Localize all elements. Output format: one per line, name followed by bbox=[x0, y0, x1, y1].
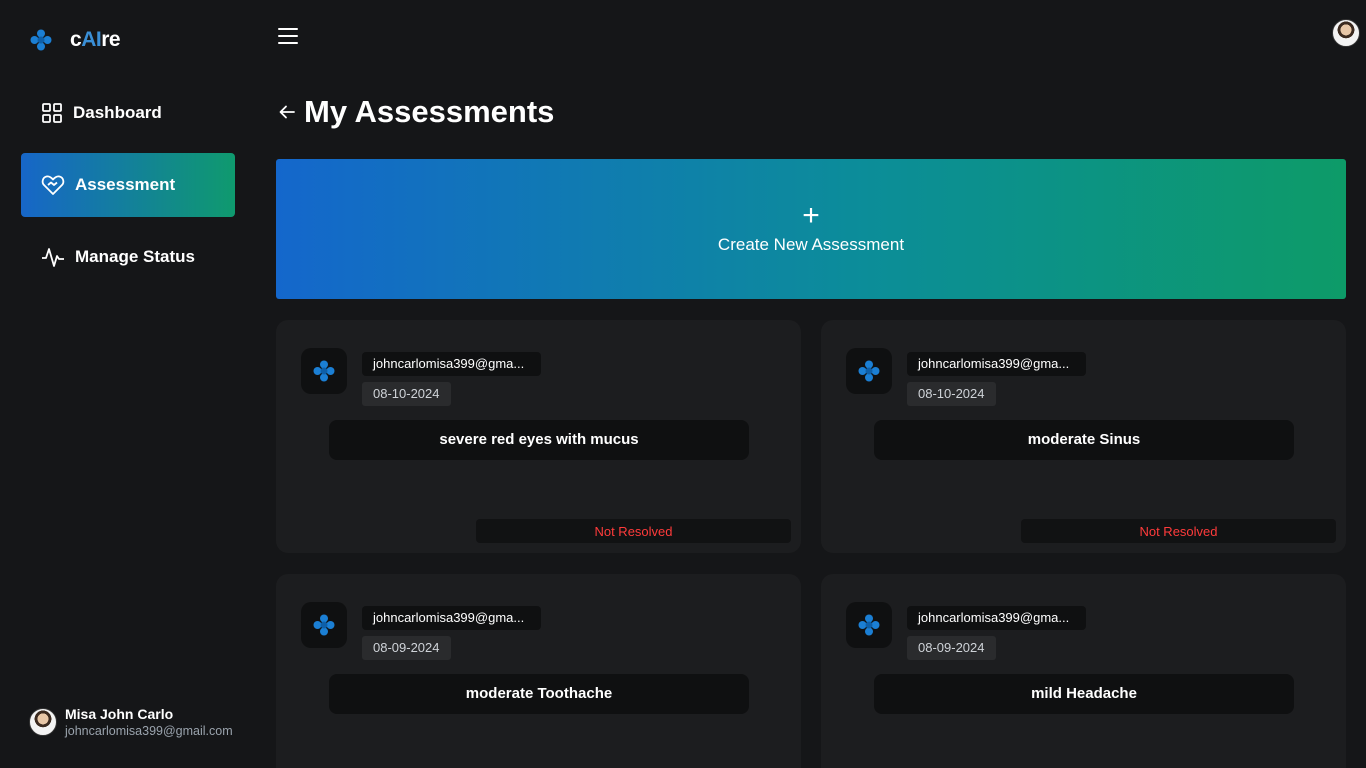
sidebar: cAIre Dashboard Assessment Manage Status… bbox=[0, 0, 256, 768]
user-name: Misa John Carlo bbox=[65, 706, 174, 722]
sidebar-item-manage-status[interactable]: Manage Status bbox=[21, 225, 235, 289]
assessment-card[interactable]: johncarlomisa399@gma... 08-09-2024 moder… bbox=[276, 574, 801, 768]
card-condition: moderate Sinus bbox=[874, 420, 1294, 460]
avatar bbox=[29, 708, 57, 736]
plus-icon: + bbox=[802, 199, 820, 232]
card-email: johncarlomisa399@gma... bbox=[362, 352, 541, 376]
user-email: johncarlomisa399@gmail.com bbox=[65, 724, 233, 738]
card-condition: severe red eyes with mucus bbox=[329, 420, 749, 460]
page-header: My Assessments bbox=[278, 94, 554, 130]
sidebar-item-dashboard[interactable]: Dashboard bbox=[21, 81, 235, 145]
sidebar-item-assessment[interactable]: Assessment bbox=[21, 153, 235, 217]
card-email: johncarlomisa399@gma... bbox=[907, 352, 1086, 376]
pulse-icon bbox=[42, 248, 64, 267]
logo-icon bbox=[301, 602, 347, 648]
brand[interactable]: cAIre bbox=[30, 28, 121, 52]
card-condition: mild Headache bbox=[874, 674, 1294, 714]
brand-name: cAIre bbox=[70, 28, 121, 51]
grid-icon bbox=[42, 103, 62, 123]
create-assessment-button[interactable]: + Create New Assessment bbox=[276, 159, 1346, 299]
sidebar-item-label: Manage Status bbox=[75, 247, 195, 266]
card-date: 08-09-2024 bbox=[907, 636, 996, 660]
card-condition: moderate Toothache bbox=[329, 674, 749, 714]
card-email: johncarlomisa399@gma... bbox=[907, 606, 1086, 630]
sidebar-item-label: Assessment bbox=[75, 175, 176, 194]
card-date: 08-09-2024 bbox=[362, 636, 451, 660]
status-badge: Not Resolved bbox=[1021, 519, 1336, 543]
logo-icon bbox=[301, 348, 347, 394]
menu-icon[interactable] bbox=[278, 28, 298, 46]
logo-icon bbox=[846, 348, 892, 394]
assessment-card[interactable]: johncarlomisa399@gma... 08-09-2024 mild … bbox=[821, 574, 1346, 768]
card-email: johncarlomisa399@gma... bbox=[362, 606, 541, 630]
sidebar-item-label: Dashboard bbox=[73, 103, 162, 122]
page-title: My Assessments bbox=[304, 94, 555, 129]
card-date: 08-10-2024 bbox=[362, 382, 451, 406]
logo-icon bbox=[30, 29, 52, 51]
user-profile[interactable]: Misa John Carlo johncarlomisa399@gmail.c… bbox=[29, 706, 233, 738]
create-assessment-label: Create New Assessment bbox=[717, 235, 905, 254]
assessment-card[interactable]: johncarlomisa399@gma... 08-10-2024 sever… bbox=[276, 320, 801, 553]
main-content: My Assessments + Create New Assessment j… bbox=[256, 0, 1366, 768]
arrow-left-icon[interactable] bbox=[278, 103, 296, 121]
heart-hand-icon bbox=[41, 175, 65, 195]
status-badge: Not Resolved bbox=[476, 519, 791, 543]
avatar bbox=[1332, 19, 1360, 47]
assessment-card[interactable]: johncarlomisa399@gma... 08-10-2024 moder… bbox=[821, 320, 1346, 553]
logo-icon bbox=[846, 602, 892, 648]
card-date: 08-10-2024 bbox=[907, 382, 996, 406]
header-avatar[interactable] bbox=[1332, 19, 1360, 47]
